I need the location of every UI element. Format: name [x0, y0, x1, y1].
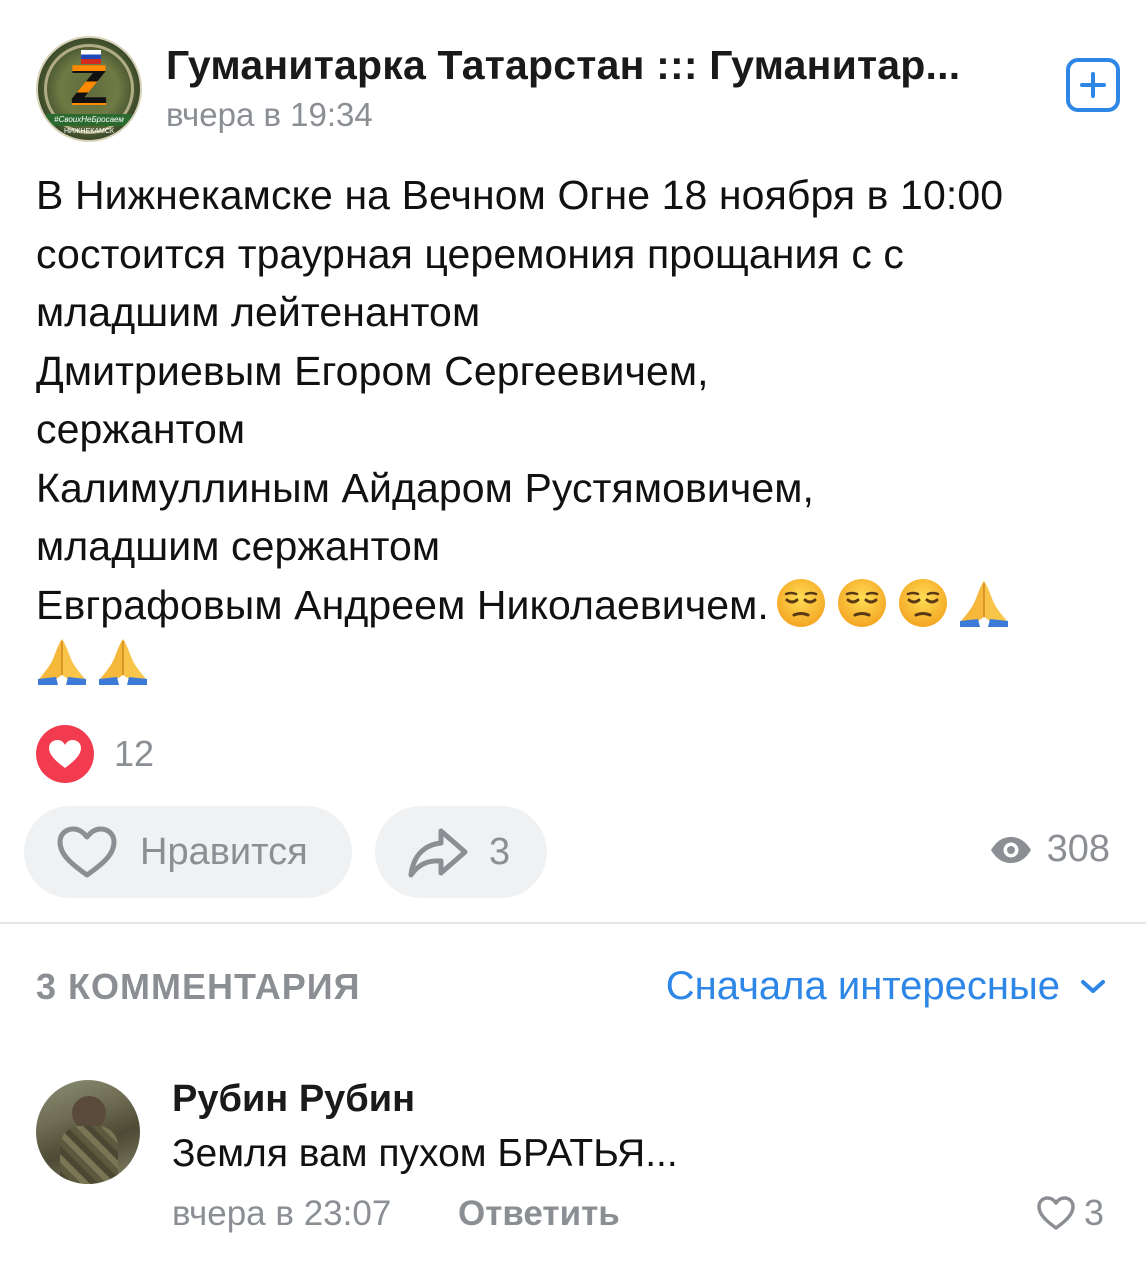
avatar-person-body: [60, 1126, 118, 1184]
post-time[interactable]: вчера в 19:34: [166, 96, 373, 134]
folded-hands-emoji-icon: [36, 635, 88, 687]
avatar[interactable]: [36, 1080, 140, 1184]
heart-reaction-icon: [36, 725, 94, 783]
emoji-row: [775, 578, 1019, 628]
post-text-line: младшим лейтенантом: [36, 289, 481, 335]
reaction-count: 12: [114, 733, 155, 774]
comments-sort-select[interactable]: Сначала интересные: [666, 964, 1106, 1009]
folded-hands-emoji-icon: [97, 635, 149, 687]
share-arrow-icon: [408, 828, 468, 878]
post-text-line: Евграфовым Андреем Николаевичем.: [36, 581, 769, 628]
like-button[interactable]: Нравится: [24, 806, 352, 898]
folded-hands-emoji-icon: [958, 577, 1010, 629]
comment-time[interactable]: вчера в 23:07: [172, 1194, 391, 1234]
post-text-line: В Нижнекамске на Вечном Огне 18 ноября в…: [36, 172, 1004, 218]
chevron-down-icon: [1081, 979, 1105, 993]
like-label: Нравится: [140, 830, 308, 873]
group-name[interactable]: Гуманитарка Татарстан ::: Гуманитар...: [166, 42, 1016, 89]
reactions-summary[interactable]: 12: [36, 724, 154, 784]
group-avatar[interactable]: Z #СвоихНеБросаем НИЖНЕКАМСК: [36, 36, 142, 142]
comment-author[interactable]: Рубин Рубин: [172, 1078, 415, 1121]
heart-outline-icon: [57, 826, 117, 878]
sort-label: Сначала интересные: [665, 964, 1060, 1008]
comments-count: 3 КОММЕНТАРИЯ: [36, 966, 361, 1007]
views-counter: 308: [989, 828, 1110, 871]
share-button[interactable]: 3: [375, 806, 547, 898]
comment-like-count: 3: [1083, 1192, 1104, 1233]
post-text-line: младшим сержантом: [36, 523, 441, 569]
emoji-row: [36, 634, 1116, 693]
action-bar: Нравится 3 308: [24, 806, 1122, 898]
share-count: 3: [489, 830, 511, 873]
post-text-line: Дмитриевым Егором Сергеевичем,: [36, 347, 709, 394]
views-count: 308: [1046, 828, 1110, 870]
divider: [0, 922, 1146, 924]
avatar-person-head: [72, 1096, 106, 1130]
post-text-line: состоится траурная церемония прощания с …: [36, 230, 905, 277]
post-text-line: Калимуллиным Айдаром Рустямовичем,: [36, 464, 815, 511]
add-plus-icon[interactable]: [1066, 58, 1120, 112]
comment-item: Рубин Рубин Земля вам пухом БРАТЬЯ... вч…: [36, 1078, 1122, 1238]
post-text-last-line: Евграфовым Андреем Николаевичем.: [36, 576, 1116, 635]
comment-text: Земля вам пухом БРАТЬЯ...: [172, 1132, 678, 1175]
comment-like-button[interactable]: 3: [1036, 1192, 1104, 1234]
pensive-face-emoji-icon: [836, 577, 888, 629]
post-text-line: сержантом: [36, 406, 246, 452]
avatar-hashtag: #СвоихНеБросаем: [46, 114, 132, 126]
reply-button[interactable]: Ответить: [458, 1194, 620, 1234]
post-text: В Нижнекамске на Вечном Огне 18 ноября в…: [36, 166, 1116, 693]
z-letter-logo: Z: [38, 60, 140, 114]
post-header: Z #СвоихНеБросаем НИЖНЕКАМСК Гуманитарка…: [36, 36, 1122, 144]
avatar-city: НИЖНЕКАМСК: [64, 128, 114, 135]
pensive-face-emoji-icon: [775, 577, 827, 629]
eye-icon: [990, 836, 1031, 863]
heart-outline-icon: [1037, 1196, 1075, 1230]
pensive-face-emoji-icon: [897, 577, 949, 629]
